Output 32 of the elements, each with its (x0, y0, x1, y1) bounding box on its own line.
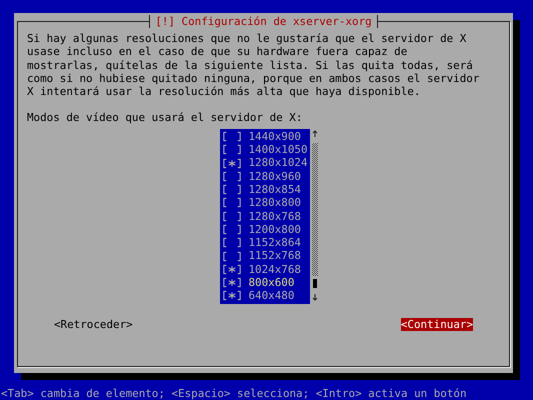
list-item[interactable]: 1440x900 (223, 130, 308, 144)
checkbox[interactable] (223, 184, 242, 196)
checkbox[interactable] (223, 144, 242, 156)
checkbox[interactable] (223, 224, 242, 235)
checkbox[interactable] (223, 158, 242, 169)
description-text: Si hay algunas resoluciones que no le gustaría que el servidor de X usase incluso en el caso de que su hardware fuera capaz de mostrarlas, quítelas de la siguiente lista. Si las quita todas, será como si no hubiese quitado ninguna, porque en ambos casos el servidor X intentará usar la resolución más alta que haya disponible. (27, 32, 480, 98)
list-item[interactable]: 800x600 (223, 276, 308, 290)
list-item[interactable]: 1400x1050 (223, 143, 308, 156)
checkbox[interactable] (223, 237, 242, 248)
prompt-label: Modos de vídeo que usará el servidor de X: (27, 111, 304, 125)
list-item[interactable]: 1152x864 (223, 236, 308, 250)
checkbox[interactable] (223, 264, 242, 275)
checkbox[interactable] (223, 170, 242, 182)
dialog-title: [!] Configuración de xserver-xorg (149, 15, 378, 28)
list-item[interactable]: 1280x800 (223, 196, 308, 210)
checkbox[interactable] (223, 277, 242, 288)
list-item[interactable]: 1280x960 (223, 170, 308, 183)
back-button[interactable]: <Retroceder> (54, 318, 133, 332)
checkbox[interactable] (223, 210, 242, 222)
continue-button[interactable]: <Continuar> (400, 318, 473, 332)
checkbox[interactable] (223, 197, 242, 208)
status-bar-text: <Tab> cambia de elemento; <Espacio> selecciona; <Intro> activa un botón (1, 387, 467, 400)
list-item[interactable]: 1280x1024 (223, 156, 308, 170)
list-item[interactable]: 1024x768 (223, 262, 308, 276)
list-item[interactable]: 1280x768 (223, 210, 308, 223)
list-item[interactable]: 640x480 (223, 289, 308, 303)
list-item[interactable]: 1280x854 (223, 182, 308, 196)
list-item[interactable]: 1152x768 (223, 249, 308, 263)
checkbox[interactable] (223, 250, 242, 262)
list-item[interactable]: 1200x800 (223, 222, 308, 236)
checkbox[interactable] (223, 130, 242, 142)
checkbox[interactable] (223, 290, 242, 302)
